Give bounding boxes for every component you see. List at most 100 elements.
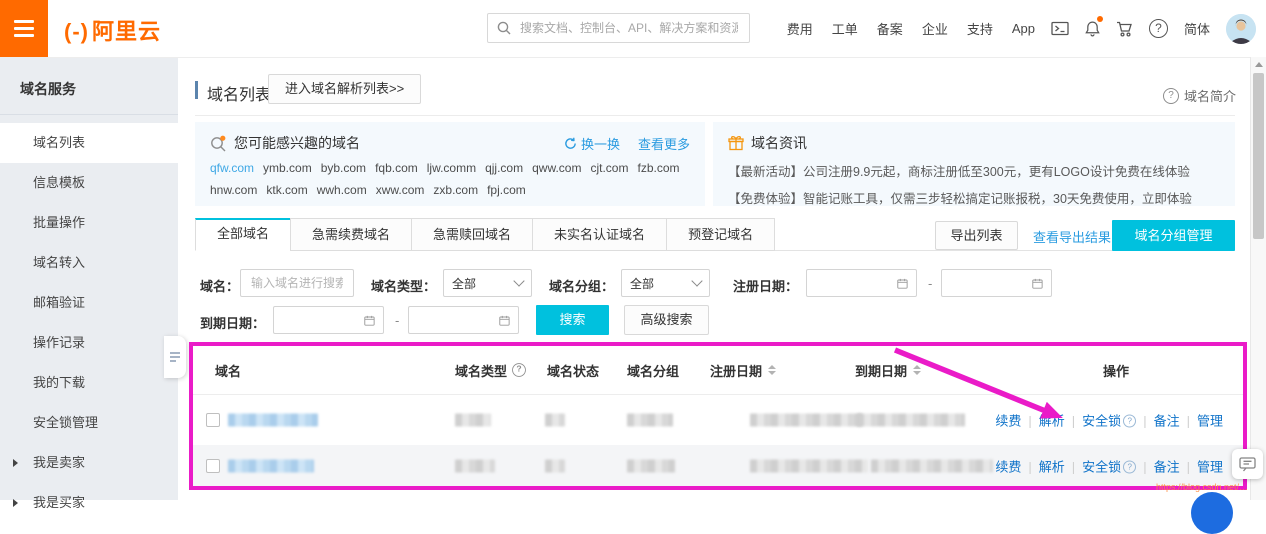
suggested-domain-link[interactable]: fzb.com [637,161,679,175]
help-icon[interactable] [512,363,526,377]
news-line[interactable]: 【最新活动】公司注册9.9元起，商标注册低至300元，更有LOGO设计免费在线体… [728,161,1220,180]
sort-icon[interactable] [913,365,921,375]
row-action-link[interactable]: 解析 [1021,457,1064,476]
floating-action-button[interactable] [1191,492,1233,534]
reg-date-from-input[interactable] [815,275,897,291]
top-nav-item[interactable]: 企业 [922,19,948,38]
top-nav-item[interactable]: 工单 [832,19,858,38]
type-select[interactable]: 全部 [443,269,532,297]
sidebar-collapse-handle[interactable] [164,336,186,378]
sidebar-item[interactable]: 我是卖家 [0,443,178,483]
sidebar-item[interactable]: 域名列表 [0,123,178,163]
scrollbar-thumb[interactable] [1253,73,1264,239]
view-more-link[interactable]: 查看更多 [638,134,690,153]
domain-filter-tab[interactable]: 急需续费域名 [290,218,412,251]
domain-filter-tab[interactable]: 急需赎回域名 [411,218,533,251]
domain-search-input[interactable] [249,275,345,291]
sidebar-item[interactable]: 邮箱验证 [0,283,178,323]
help-icon[interactable] [1149,19,1168,38]
avatar[interactable] [1226,14,1256,44]
suggested-domain-link[interactable]: fpj.com [487,183,526,197]
sidebar-item[interactable]: 批量操作 [0,203,178,243]
row-action-link[interactable]: 续费 [995,457,1021,476]
dns-list-button[interactable]: 进入域名解析列表>> [268,74,421,104]
row-action-link[interactable]: 解析 [1021,411,1064,430]
global-search[interactable] [487,13,750,43]
suggested-domains-row-2: hnw.com ktk.com wwh.com xww.com zxb.com fpj.c… [210,183,690,197]
exp-date-to-field[interactable] [408,306,519,334]
feedback-chat-button[interactable] [1232,449,1263,479]
refresh-domains-link[interactable]: 换一换 [564,134,620,153]
search-button[interactable]: 搜索 [536,305,609,335]
suggested-domain-link[interactable]: qww.com [532,161,581,175]
hamburger-menu-icon[interactable] [0,0,48,57]
suggested-domain-link[interactable]: fqb.com [375,161,418,175]
suggested-domain-link[interactable]: qjj.com [485,161,523,175]
reg-date-to-field[interactable] [941,269,1052,297]
row-action-link[interactable]: 备注 [1136,411,1179,430]
advanced-search-button[interactable]: 高级搜索 [624,305,709,335]
domain-filter-tab[interactable]: 全部域名 [195,218,291,251]
suggested-domain-link[interactable]: hnw.com [210,183,257,197]
refresh-icon [564,137,577,150]
view-export-result-link[interactable]: 查看导出结果 [1033,227,1111,246]
top-nav-item[interactable]: 支持 [967,19,993,38]
col-header-type: 域名类型 [455,346,527,394]
language-switcher[interactable]: 简体 [1184,19,1210,38]
console-terminal-icon[interactable] [1051,21,1069,36]
search-input[interactable] [518,20,740,36]
sidebar-item[interactable]: 信息模板 [0,163,178,203]
suggested-domain-link[interactable]: ymb.com [263,161,312,175]
exp-date-from-field[interactable] [273,306,384,334]
suggested-domain-link[interactable]: cjt.com [590,161,628,175]
sort-icon[interactable] [768,365,776,375]
reg-date-to-input[interactable] [950,275,1032,291]
export-list-button[interactable]: 导出列表 [935,221,1018,250]
row-action-link[interactable]: 管理 [1180,411,1223,430]
sidebar-item[interactable]: 安全锁管理 [0,403,178,443]
scrollbar[interactable] [1250,57,1266,500]
row-checkbox[interactable] [206,459,220,473]
sidebar-item[interactable]: 操作记录 [0,323,178,363]
top-nav-item[interactable]: 备案 [877,19,903,38]
group-select[interactable]: 全部 [621,269,710,297]
suggested-domain-link[interactable]: wwh.com [317,183,367,197]
domain-group-manage-button[interactable]: 域名分组管理 [1112,220,1235,251]
sidebar-item[interactable]: 我是买家 [0,483,178,523]
suggested-domain-link[interactable]: zxb.com [433,183,478,197]
cart-icon[interactable] [1116,21,1133,37]
domain-intro-link[interactable]: 域名简介 [1163,86,1236,105]
domain-filter-tab[interactable]: 未实名认证域名 [532,218,667,251]
top-nav-item[interactable]: 费用 [787,19,813,38]
scrollbar-up-arrow[interactable] [1251,57,1266,72]
domain-intro-label: 域名简介 [1184,86,1236,105]
top-nav-item[interactable]: App [1012,21,1035,36]
domain-search-field[interactable] [240,269,354,297]
suggested-domain-link[interactable]: byb.com [321,161,366,175]
notifications-bell-icon[interactable] [1085,20,1100,37]
table-row: 续费解析安全锁备注管理 [193,395,1243,445]
domain-filter-tab[interactable]: 预登记域名 [666,218,775,251]
suggested-domain-link[interactable]: xww.com [376,183,425,197]
sidebar-item[interactable]: 我的下载 [0,363,178,403]
reg-date-from-field[interactable] [806,269,917,297]
row-actions: 续费解析安全锁备注管理 [995,411,1223,430]
sidebar-item[interactable]: 域名转入 [0,243,178,283]
row-action-link[interactable]: 安全锁 [1065,411,1136,430]
row-action-link[interactable]: 管理 [1180,457,1223,476]
sidebar-item-label: 安全锁管理 [33,415,98,430]
type-filter-label: 域名类型： [371,276,436,295]
interest-box-title: 您可能感兴趣的域名 [234,133,360,153]
suggested-domain-link[interactable]: ktk.com [266,183,307,197]
row-action-link[interactable]: 安全锁 [1065,457,1136,476]
news-line[interactable]: 【免费体验】智能记账工具，仅需三步轻松搞定记账报税，30天免费使用，立即体验 [728,188,1220,206]
aliyun-logo[interactable]: (-)阿里云 [64,14,161,46]
row-action-link[interactable]: 续费 [995,411,1021,430]
exp-date-to-input[interactable] [417,312,499,328]
exp-date-from-input[interactable] [282,312,364,328]
calendar-icon [364,314,375,327]
suggested-domain-link[interactable]: ljw.comm [427,161,476,175]
suggested-domain-link[interactable]: qfw.com [210,161,254,175]
row-checkbox[interactable] [206,413,220,427]
row-action-link[interactable]: 备注 [1136,457,1179,476]
